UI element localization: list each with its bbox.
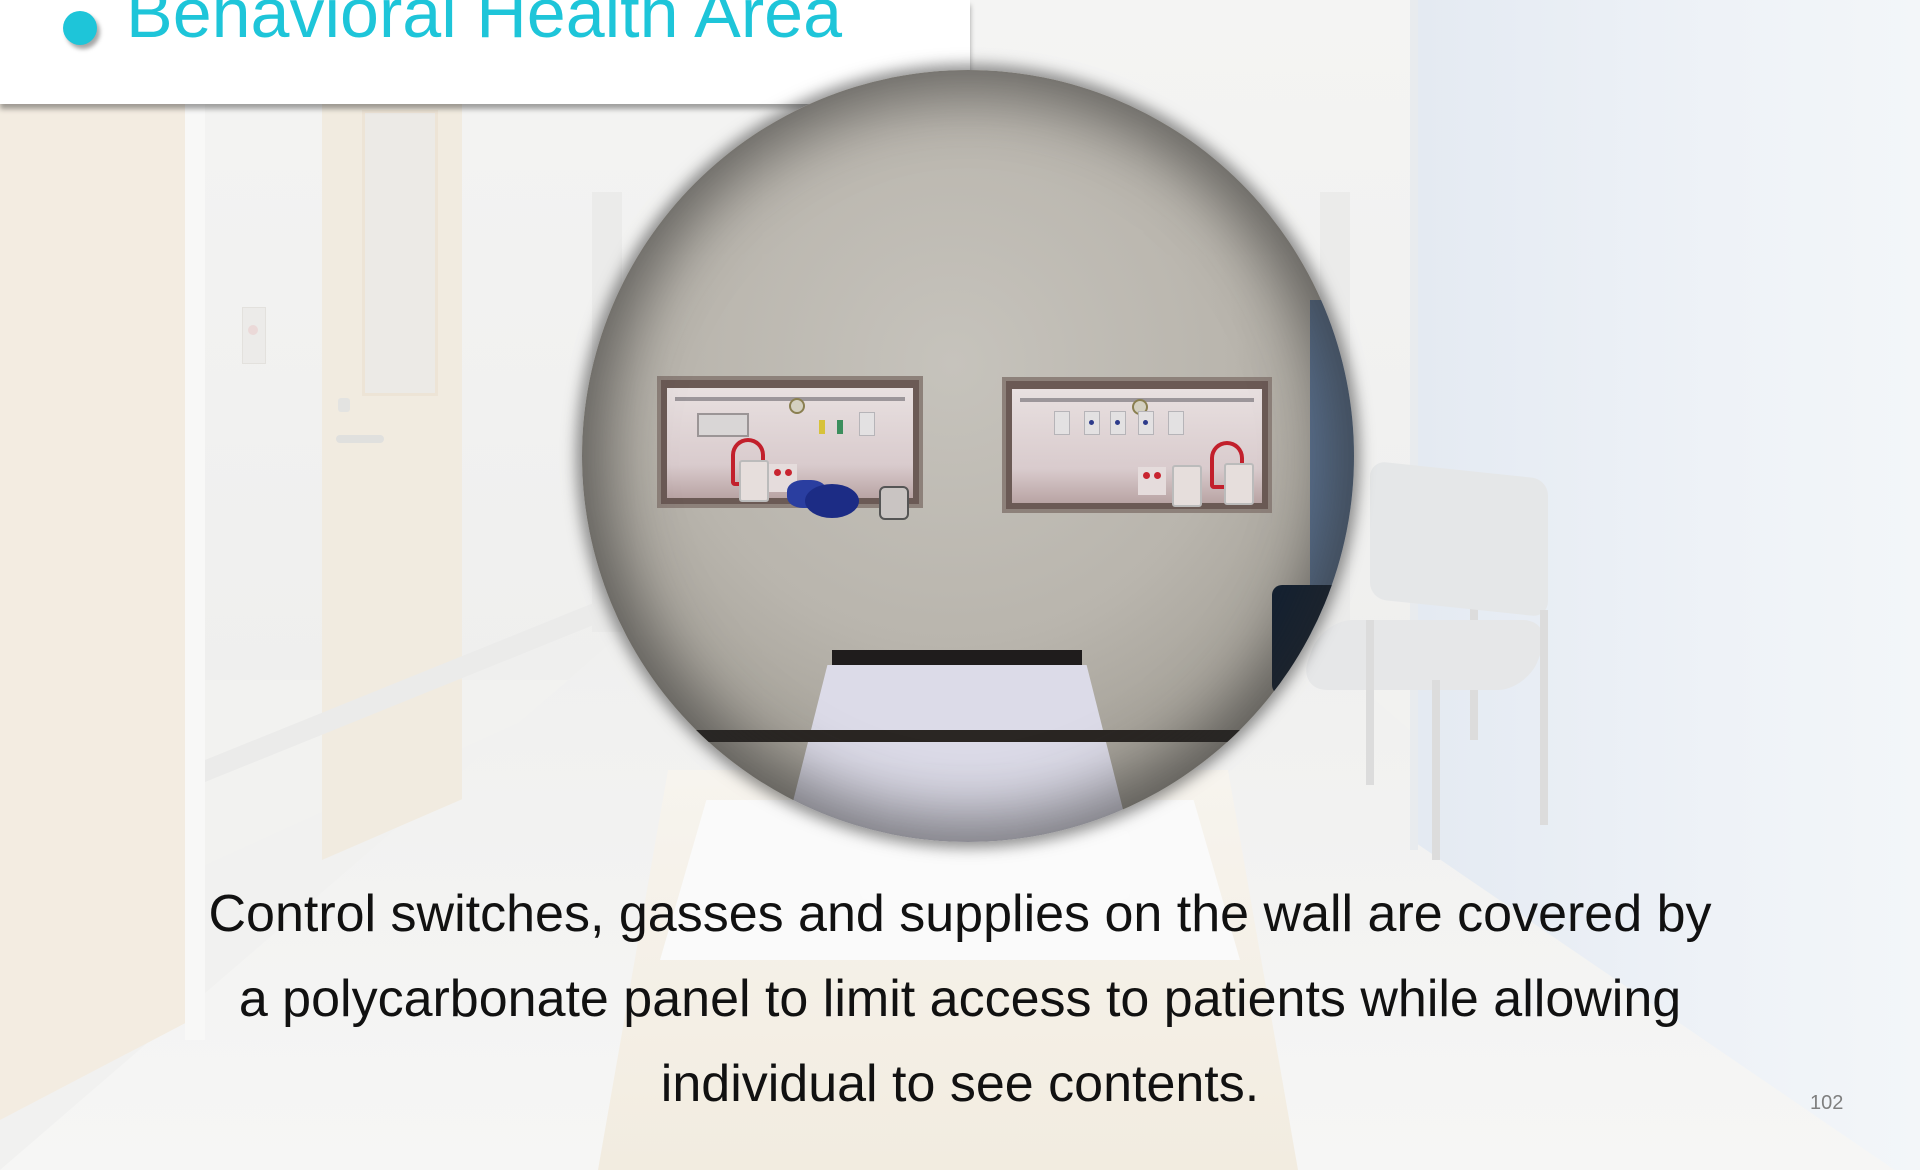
room-wall-corner [1410, 0, 1418, 850]
door-window [362, 110, 438, 396]
door-handle [336, 435, 384, 443]
magnified-inset-photo [582, 70, 1354, 842]
inset-chair-leg [1282, 720, 1302, 780]
chair-leg [1540, 610, 1548, 825]
slide-caption: Control switches, gasses and supplies on… [208, 885, 1712, 1113]
door-post [185, 100, 205, 1040]
bullet-icon [63, 11, 97, 45]
door-lock [338, 398, 350, 412]
chair-backrest [1370, 460, 1548, 618]
inset-vignette [582, 70, 1354, 842]
left-door [0, 100, 195, 1120]
page-number: 102 [1810, 1092, 1844, 1114]
chair-leg [1432, 680, 1440, 860]
wall-switch-plate [242, 307, 266, 364]
chair-leg [1366, 620, 1374, 785]
wall-switch-button [248, 325, 258, 335]
slide-title: Behavioral Health Area [126, 0, 842, 52]
